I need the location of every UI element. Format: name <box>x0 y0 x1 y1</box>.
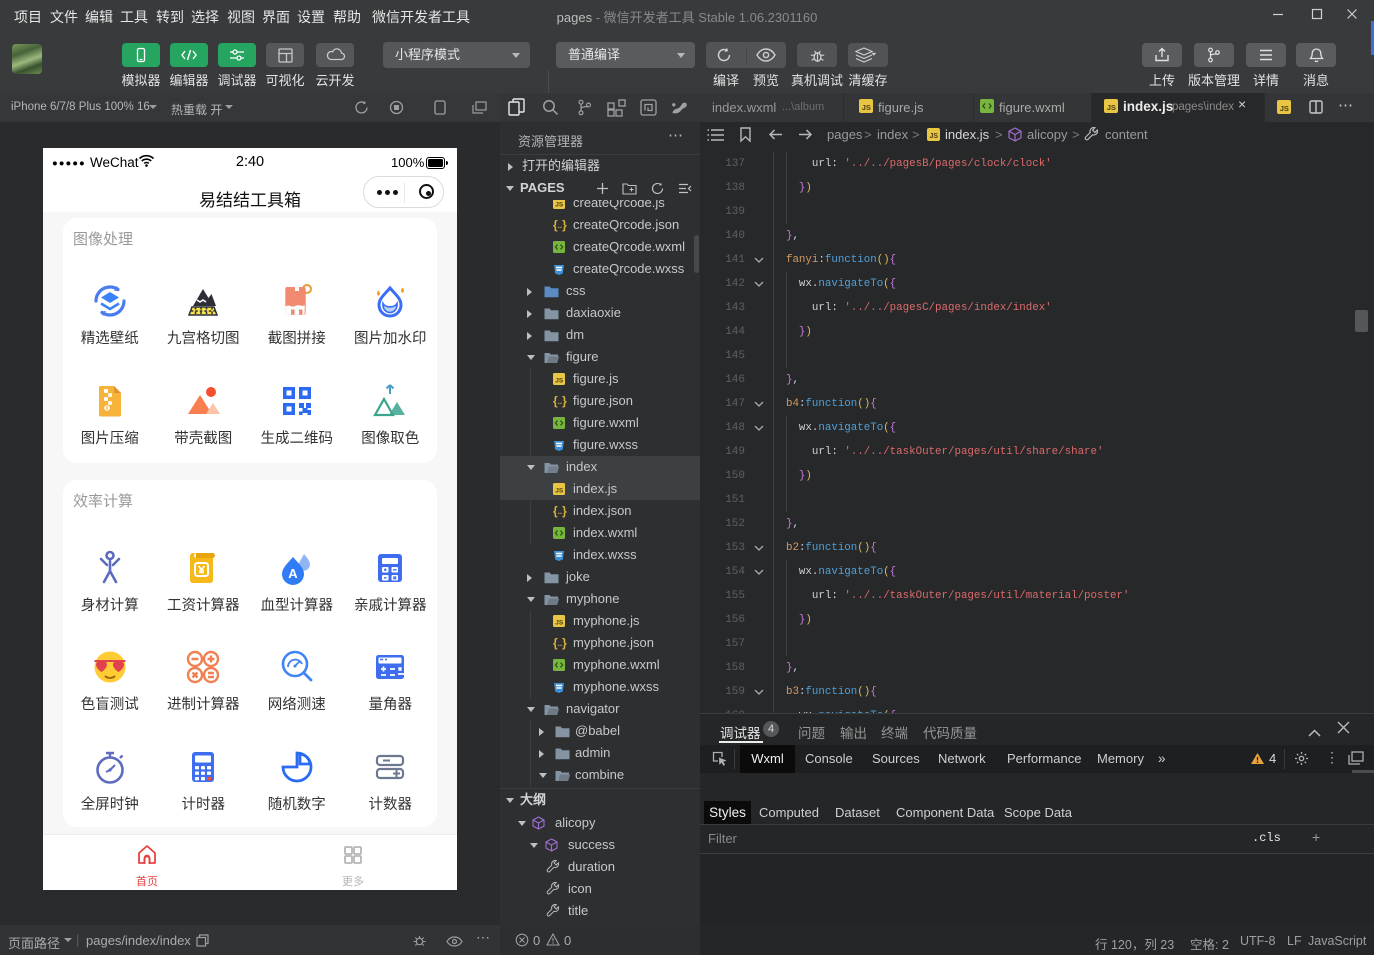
svg-text:JS: JS <box>555 378 564 385</box>
svg-text:A: A <box>288 566 298 581</box>
svg-text:JS: JS <box>555 202 564 209</box>
svg-text:JS: JS <box>555 620 564 627</box>
svg-text:JS: JS <box>862 103 871 112</box>
svg-text:JS: JS <box>555 488 564 495</box>
svg-text:JS: JS <box>1280 104 1289 113</box>
svg-text:JS: JS <box>930 133 939 140</box>
svg-text:JS: JS <box>1107 103 1116 112</box>
